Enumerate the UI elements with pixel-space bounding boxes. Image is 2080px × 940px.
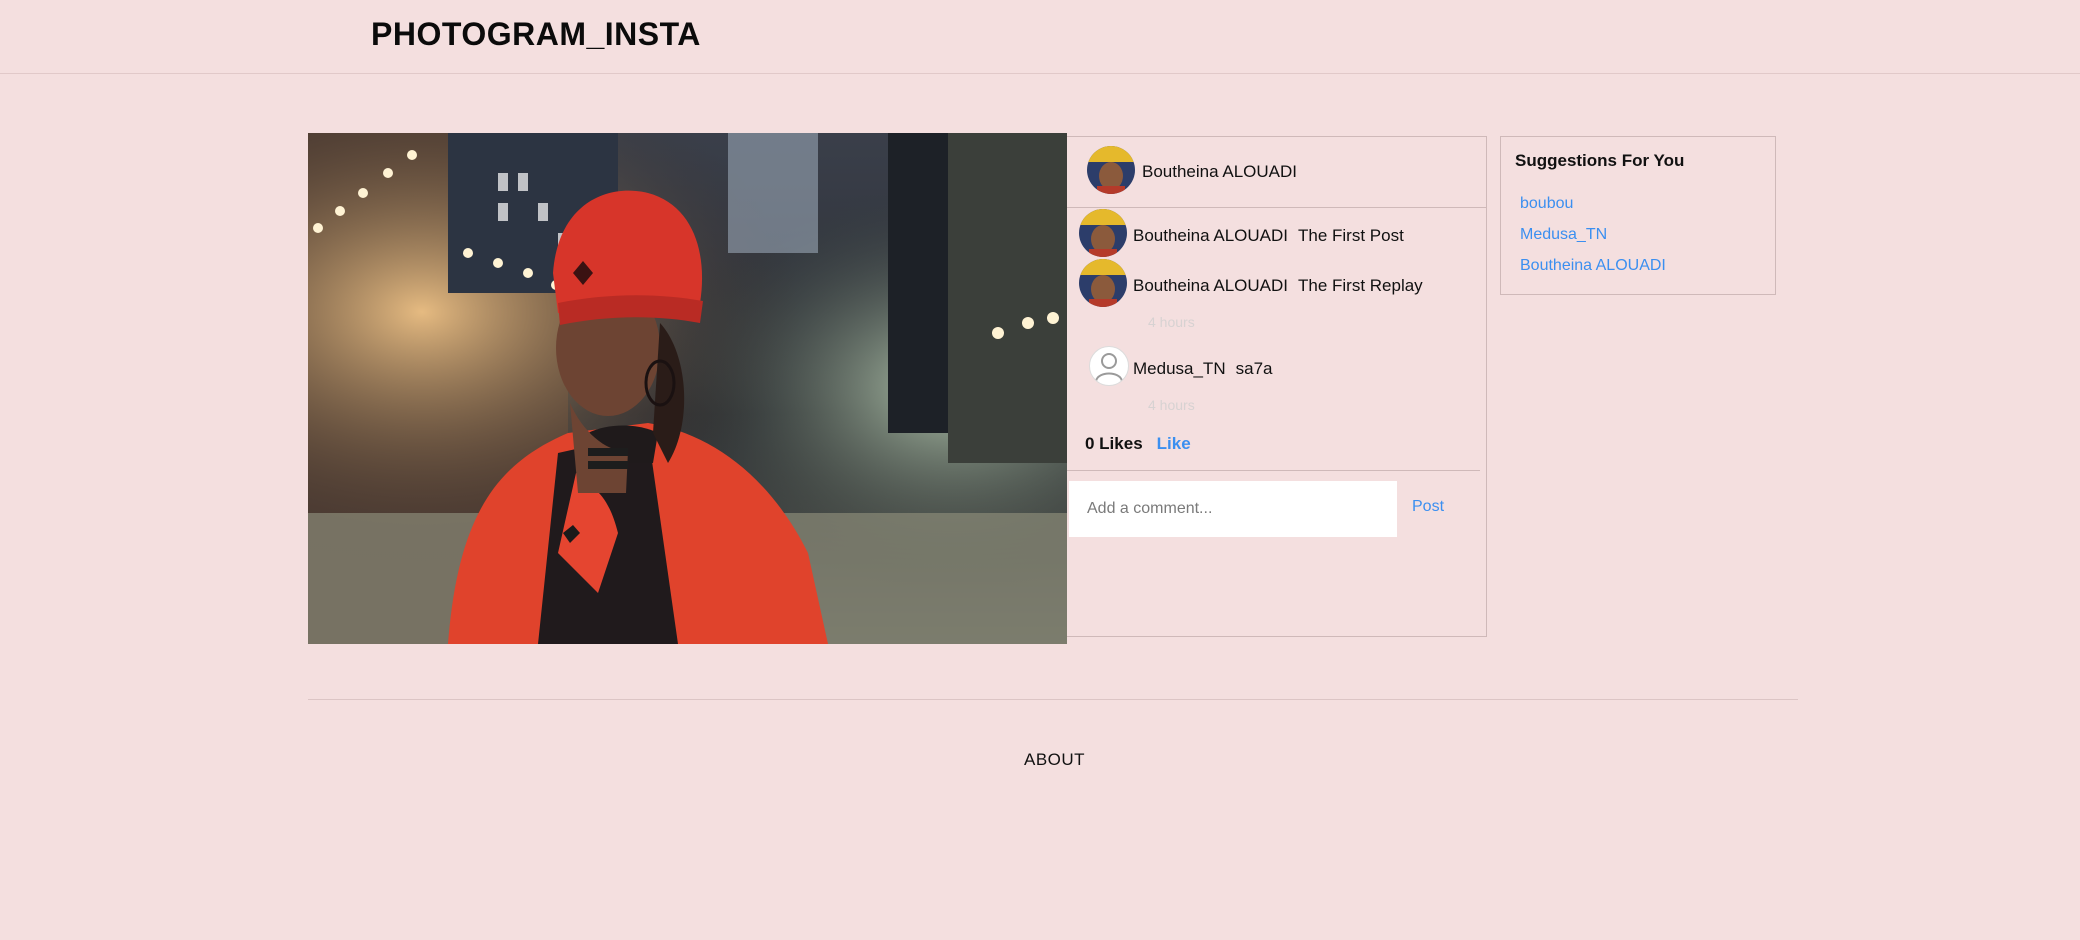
suggestions-title: Suggestions For You xyxy=(1515,151,1685,170)
default-user-avatar-icon[interactable] xyxy=(1089,346,1129,386)
comment-input[interactable] xyxy=(1069,481,1397,537)
suggestion-user-link[interactable]: Medusa_TN xyxy=(1520,226,1607,244)
post-author-name[interactable]: Boutheina ALOUADI xyxy=(1142,162,1297,182)
suggestion-user-link[interactable]: boubou xyxy=(1520,195,1573,213)
footer-about-link[interactable]: ABOUT xyxy=(1024,750,1085,770)
suggestions-panel: Suggestions For You boubou Medusa_TN Bou… xyxy=(1500,136,1776,295)
commenter-avatar[interactable] xyxy=(1079,259,1127,307)
comment-body: The First Replay xyxy=(1297,276,1423,295)
top-navbar: PHOTOGRAM_INSTA xyxy=(0,0,2080,74)
comment-body: The First Post xyxy=(1297,226,1404,245)
footer-divider xyxy=(308,699,1798,700)
brand-logo[interactable]: PHOTOGRAM_INSTA xyxy=(371,16,701,53)
comment-text: Medusa_TN sa7a xyxy=(1133,359,1272,379)
comment-username[interactable]: Medusa_TN xyxy=(1133,359,1226,378)
comment-body: sa7a xyxy=(1235,359,1273,378)
commenter-avatar-image xyxy=(1079,259,1127,307)
comment-timestamp: 4 hours xyxy=(1148,314,1195,330)
comment-text: Boutheina ALOUADI The First Post xyxy=(1133,226,1404,246)
commenter-avatar[interactable] xyxy=(1079,209,1127,257)
commenter-avatar-image xyxy=(1079,209,1127,257)
author-avatar-image xyxy=(1087,146,1135,194)
post-details-panel: Boutheina ALOUADI Boutheina ALOUADI The F… xyxy=(1067,136,1487,637)
comment-username[interactable]: Boutheina ALOUADI xyxy=(1133,276,1288,295)
like-button[interactable]: Like xyxy=(1157,434,1191,453)
post-photo-image xyxy=(308,133,1067,644)
post-photo[interactable] xyxy=(308,133,1067,644)
comment-timestamp: 4 hours xyxy=(1148,397,1195,413)
likes-row: 0 Likes Like xyxy=(1085,434,1191,454)
suggestion-user-link[interactable]: Boutheina ALOUADI xyxy=(1520,257,1666,275)
comment-username[interactable]: Boutheina ALOUADI xyxy=(1133,226,1288,245)
comment-text: Boutheina ALOUADI The First Replay xyxy=(1133,276,1423,296)
post-header: Boutheina ALOUADI xyxy=(1067,137,1486,208)
likes-count: 0 Likes xyxy=(1085,434,1143,453)
post-comment-button[interactable]: Post xyxy=(1412,498,1444,516)
user-silhouette-icon xyxy=(1095,353,1123,382)
author-avatar[interactable] xyxy=(1087,146,1135,194)
divider xyxy=(1067,470,1480,471)
